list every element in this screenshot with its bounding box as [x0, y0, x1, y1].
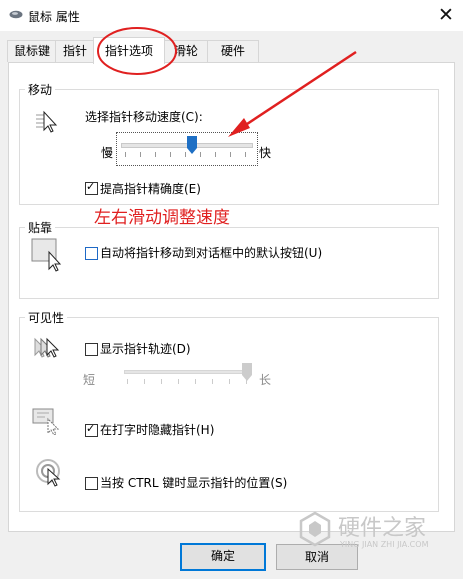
hide-pointer-icon [32, 408, 60, 435]
snap-checkbox[interactable] [85, 247, 98, 260]
snap-group [19, 227, 439, 299]
annotation-text: 左右滑动调整速度 [94, 208, 230, 228]
mouse-icon [9, 10, 23, 19]
short-label: 短 [83, 373, 96, 387]
visibility-group-label: 可见性 [25, 309, 68, 326]
snap-label: 自动将指针移动到对话框中的默认按钮(U) [100, 246, 323, 260]
title-bar: 鼠标 属性 ✕ [0, 0, 463, 31]
ctrl-locate-label: 当按 CTRL 键时显示指针的位置(S) [100, 476, 288, 490]
watermark-logo-icon [299, 511, 331, 547]
precision-checkbox[interactable] [85, 180, 98, 195]
tab-mouse-buttons[interactable]: 鼠标键 [7, 40, 57, 62]
hide-pointer-label: 在打字时隐藏指针(H) [100, 423, 215, 437]
speed-slider-thumb[interactable] [187, 136, 197, 154]
window-title: 鼠标 属性 [28, 10, 80, 24]
trails-slider-thumb[interactable] [242, 363, 252, 381]
fast-label: 快 [259, 146, 272, 160]
close-icon[interactable]: ✕ [436, 3, 456, 27]
watermark-url: YING JIAN ZHI JIA.COM [340, 540, 429, 549]
snap-group-label: 贴靠 [25, 219, 56, 236]
snap-to-icon [31, 238, 62, 272]
trails-slider[interactable] [122, 362, 252, 388]
pointer-trails-icon [34, 337, 60, 358]
precision-label: 提高指针精确度(E) [100, 182, 201, 196]
pointer-speed-icon [36, 110, 58, 133]
slow-label: 慢 [101, 146, 114, 160]
motion-group-label: 移动 [25, 81, 56, 98]
speed-label: 选择指针移动速度(C): [85, 110, 203, 124]
tab-pointers[interactable]: 指针 [55, 40, 95, 62]
ctrl-locate-checkbox[interactable] [85, 477, 98, 490]
hide-pointer-checkbox[interactable] [85, 422, 98, 437]
ctrl-locate-icon [36, 459, 61, 487]
long-label: 长 [259, 373, 272, 387]
ok-button[interactable]: 确定 [180, 543, 266, 571]
trails-checkbox[interactable] [85, 343, 98, 356]
trails-label: 显示指针轨迹(D) [100, 342, 191, 356]
annotation-arrow [228, 50, 357, 137]
watermark-brand: 硬件之家 [338, 516, 427, 541]
highlight-circle [97, 27, 177, 75]
